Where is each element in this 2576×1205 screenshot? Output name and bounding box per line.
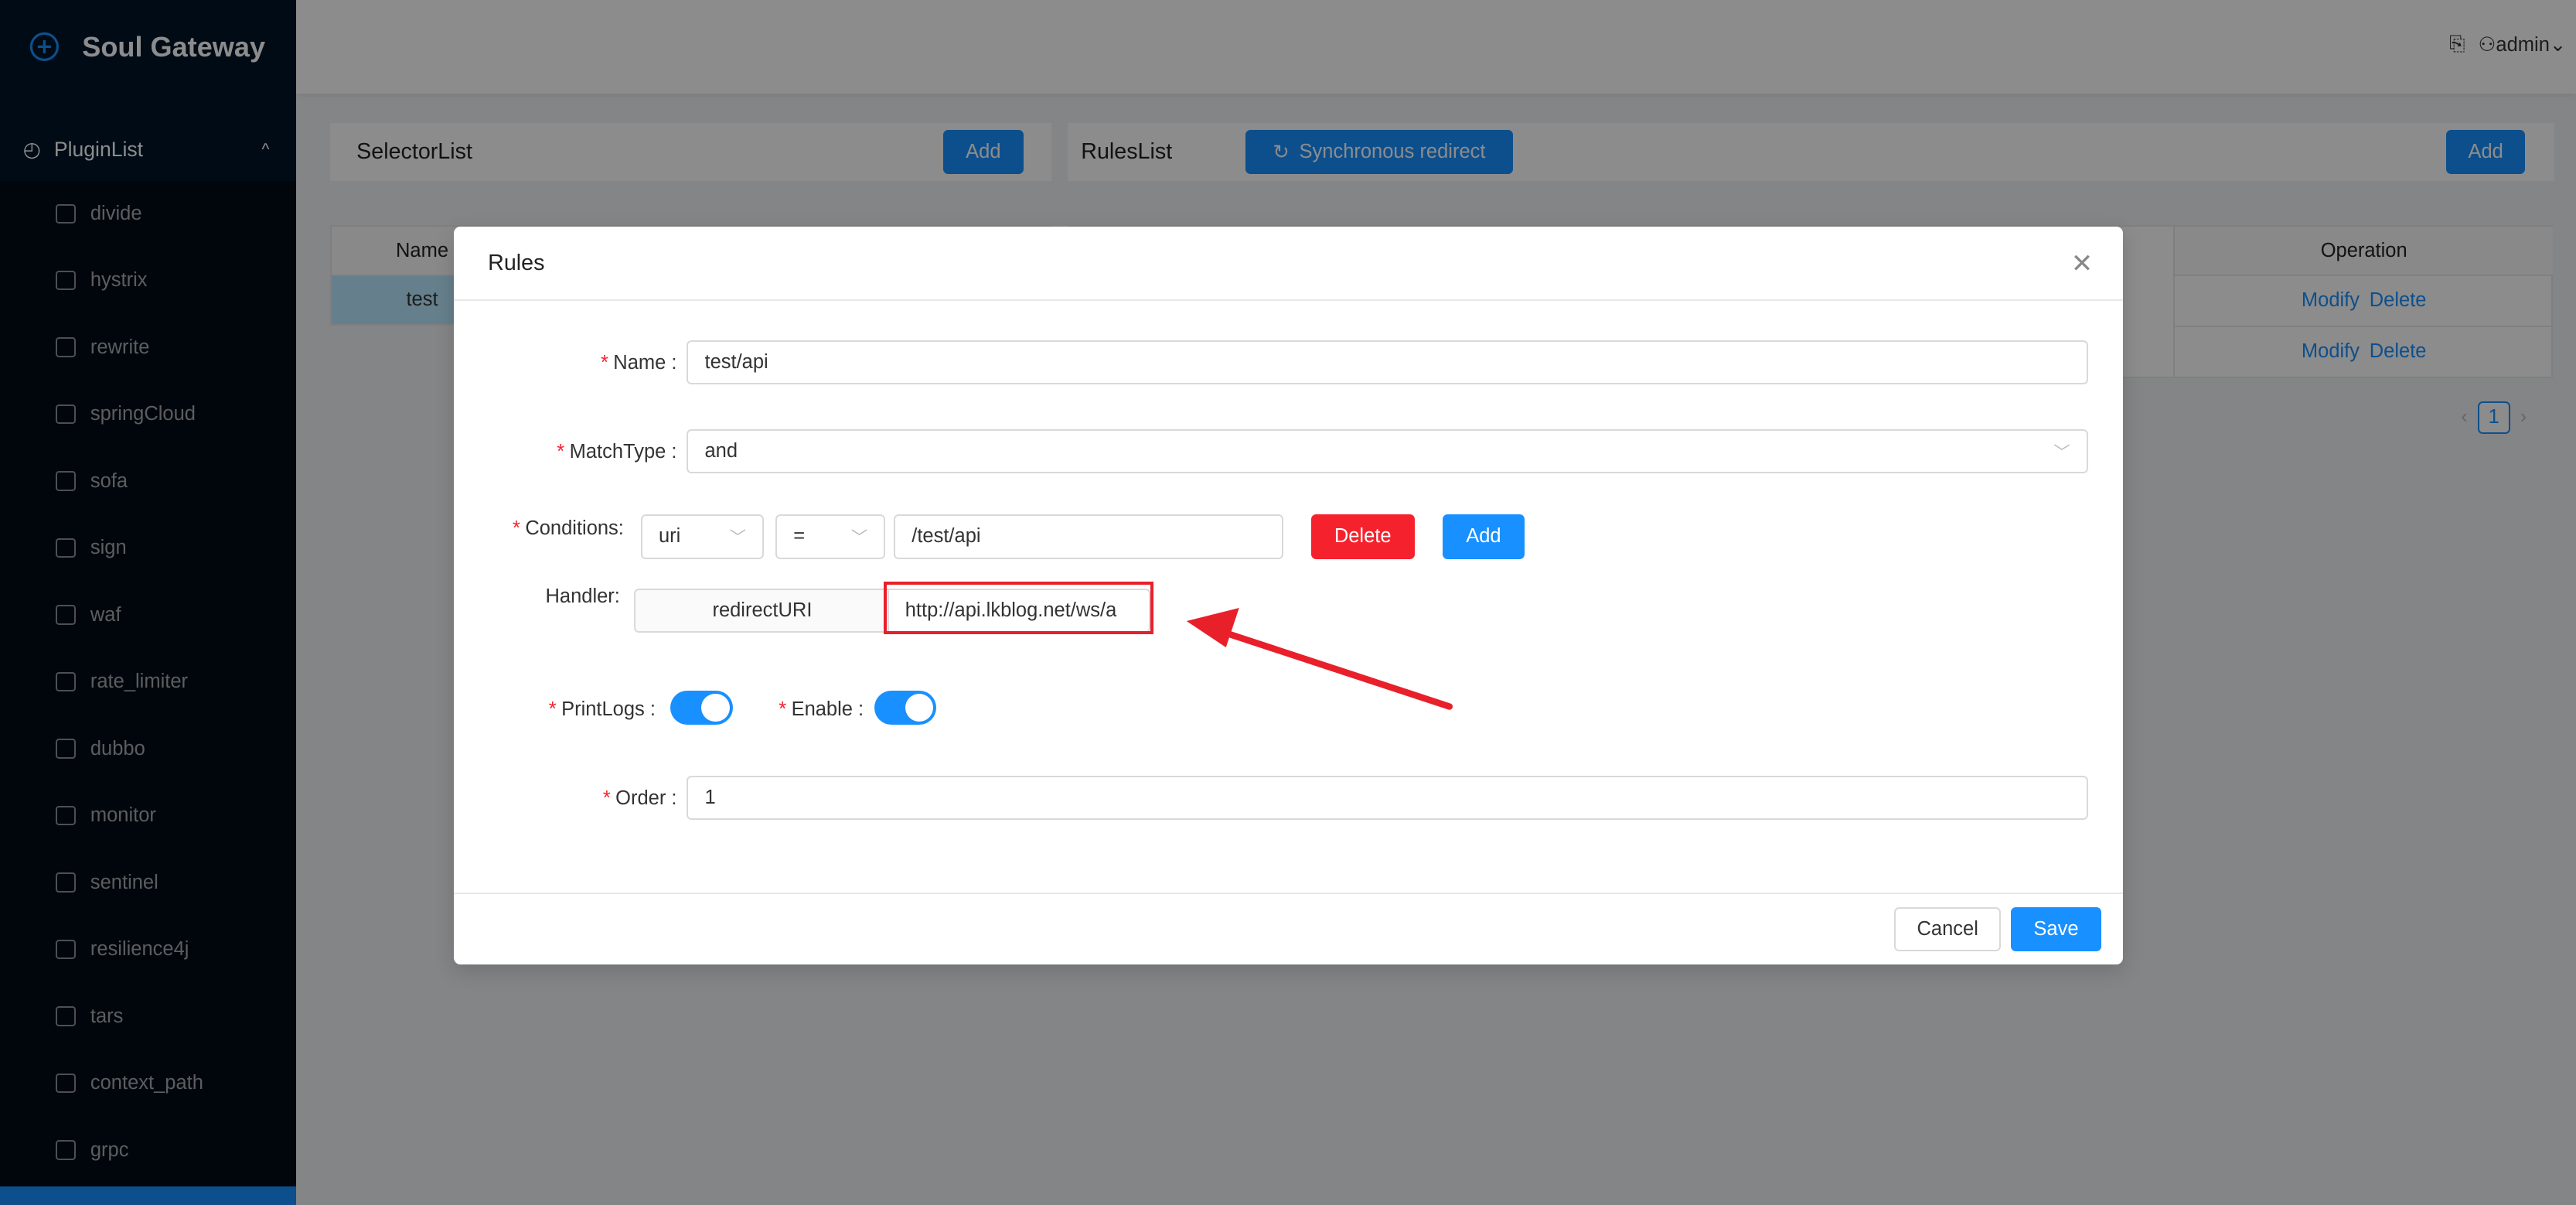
printlogs-label: * PrintLogs : <box>548 698 656 721</box>
order-input[interactable]: 1 <box>687 776 2088 821</box>
cancel-button[interactable]: Cancel <box>1894 907 2002 952</box>
printlogs-toggle[interactable] <box>670 690 733 725</box>
save-button[interactable]: Save <box>2011 907 2101 952</box>
annotation-arrow <box>1186 608 1453 710</box>
enable-label: * Enable : <box>779 698 864 721</box>
enable-toggle[interactable] <box>874 690 937 725</box>
footer-divider <box>453 892 2123 894</box>
order-label: * Order : <box>602 787 677 809</box>
rules-modal: Rules ✕ * Name : test/api * MatchType : an… <box>453 227 2123 965</box>
